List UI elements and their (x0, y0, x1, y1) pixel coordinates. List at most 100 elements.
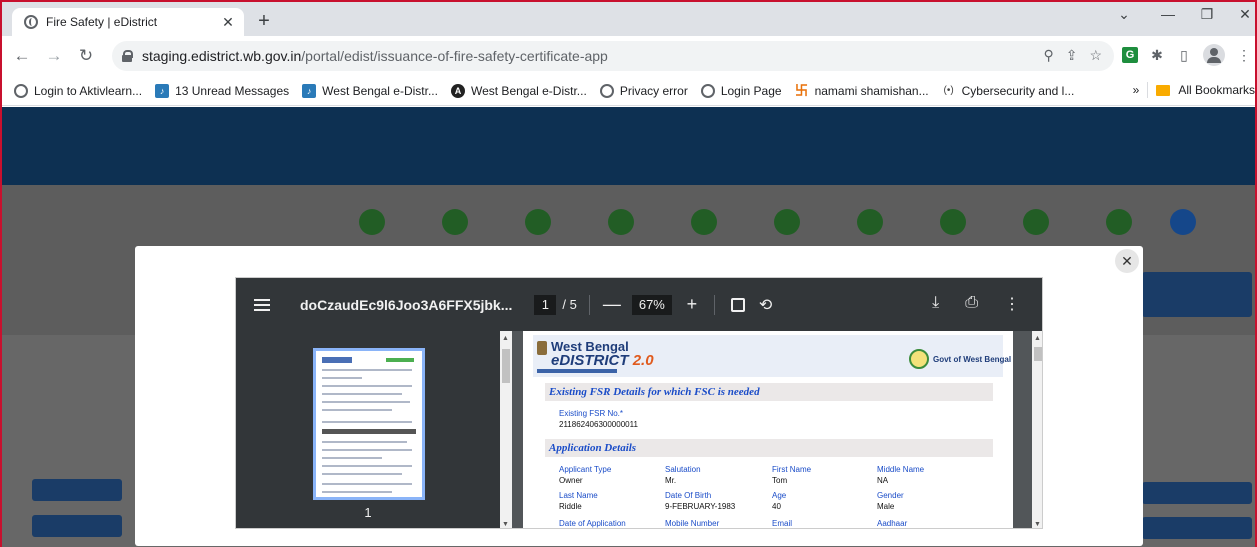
extensions-puzzle-icon[interactable]: ✱ (1149, 47, 1165, 64)
field-label: Email (772, 519, 793, 528)
page-thumbnail[interactable] (313, 348, 425, 500)
modal-close-button[interactable]: ✕ (1115, 249, 1139, 273)
page-number-input[interactable]: 1 (534, 294, 557, 315)
govt-seal-icon (909, 349, 929, 369)
divider (1147, 82, 1149, 98)
minimize-button[interactable]: — (1156, 6, 1180, 22)
angular-icon: A (450, 83, 465, 98)
divider (713, 294, 715, 315)
side-panel-icon[interactable]: ▯ (1176, 47, 1192, 64)
document-scrollbar[interactable]: ▲ ▼ (1032, 331, 1042, 528)
field-label: Age (772, 491, 787, 500)
field-value: 211862406300000011 (559, 420, 638, 429)
field-value: NA (877, 476, 889, 485)
tab-strip: Fire Safety | eDistrict ✕ + ⌄ — ❐ ✕ (2, 2, 1255, 36)
zoom-level-input[interactable]: 67% (631, 294, 672, 315)
print-icon[interactable]: ⎙ (965, 294, 978, 314)
bookmarks-bar: Login to Aktivlearn... ♪ 13 Unread Messag… (2, 76, 1255, 106)
folder-icon (1156, 84, 1171, 96)
brand-subtitle: eDISTRICT 2.0 (551, 352, 654, 369)
download-icon[interactable]: ⤓ (932, 294, 939, 314)
music-icon: ♪ (155, 83, 170, 98)
field-label: Salutation (665, 465, 701, 474)
section-title: Application Details (545, 439, 993, 457)
zoom-icon[interactable]: ⚲ (1043, 47, 1053, 64)
globe-icon (599, 83, 614, 98)
forward-arrow-icon[interactable]: → (42, 46, 66, 66)
tab-search-chevron-icon[interactable]: ⌄ (1112, 6, 1136, 23)
field-label: Gender (877, 491, 904, 500)
field-label: Applicant Type (559, 465, 612, 474)
field-value: 9-FEBRUARY-1983 (665, 502, 736, 511)
bookmark-item[interactable]: Login to Aktivlearn... (14, 83, 142, 98)
pdf-page: West Bengal eDISTRICT 2.0 Govt of West B… (523, 331, 1013, 528)
document-header: West Bengal eDISTRICT 2.0 Govt of West B… (533, 335, 1011, 377)
pdf-toolbar: doCzaudEc9l6Joo3A6FFX5jbk... 1 / 5 — 67%… (236, 278, 1042, 331)
bookmark-item[interactable]: Privacy error (599, 83, 688, 98)
section-title: Existing FSR Details for which FSC is ne… (545, 383, 993, 401)
brand-tagline-bar (537, 369, 617, 373)
close-tab-icon[interactable]: ✕ (220, 14, 236, 31)
cyber-icon: (•) (943, 84, 954, 96)
field-value: Riddle (559, 502, 582, 511)
tab-title: Fire Safety | eDistrict (46, 15, 158, 29)
field-label: Existing FSR No.* (559, 409, 624, 418)
divider (588, 294, 590, 315)
reload-icon[interactable]: ↻ (74, 46, 98, 66)
bookmark-star-icon[interactable]: ☆ (1089, 47, 1102, 64)
address-bar[interactable]: staging.edistrict.wb.gov.in/portal/edist… (112, 41, 1114, 71)
url-text: staging.edistrict.wb.gov.in/portal/edist… (142, 48, 608, 64)
back-arrow-icon[interactable]: ← (10, 46, 34, 66)
bookmark-item[interactable]: (•) Cybersecurity and l... (942, 84, 1075, 98)
bookmark-item[interactable]: Login Page (700, 83, 782, 98)
bookmark-item[interactable]: ♪ 13 Unread Messages (155, 83, 289, 98)
field-label: First Name (772, 465, 812, 474)
field-value: Tom (772, 476, 788, 485)
browser-window: Fire Safety | eDistrict ✕ + ⌄ — ❐ ✕ ← → … (0, 0, 1257, 547)
zoom-out-button[interactable]: — (602, 294, 622, 315)
bookmarks-overflow-chevron[interactable]: » (1133, 83, 1140, 97)
thumbnail-scrollbar[interactable]: ▲ ▼ (500, 331, 512, 528)
restore-button[interactable]: ❐ (1195, 6, 1219, 23)
more-menu-icon[interactable]: ⋮ (1236, 47, 1252, 64)
tab-fire-safety[interactable]: Fire Safety | eDistrict ✕ (12, 8, 244, 36)
lock-icon[interactable] (122, 50, 133, 62)
thumbnail-sidebar: 1 (236, 331, 500, 528)
field-label: Date Of Birth (665, 491, 712, 500)
new-tab-button[interactable]: + (252, 10, 276, 32)
field-label: Aadhaar (877, 519, 908, 528)
emblem-icon (537, 341, 547, 355)
page-total: / 5 (562, 297, 577, 312)
thumbnail-page-number: 1 (364, 505, 372, 520)
pdf-viewer: doCzaudEc9l6Joo3A6FFX5jbk... 1 / 5 — 67%… (235, 277, 1043, 529)
fit-page-icon[interactable] (730, 297, 745, 312)
field-label: Date of Application (559, 519, 626, 528)
zoom-in-button[interactable]: + (682, 294, 702, 315)
bookmark-item[interactable]: A West Bengal e-Distr... (450, 83, 587, 98)
field-label: Middle Name (877, 465, 925, 474)
globe-icon (24, 15, 38, 29)
field-label: Mobile Number (665, 519, 720, 528)
globe-icon (14, 83, 28, 98)
govt-label: Govt of West Bengal (933, 355, 1012, 364)
more-options-icon[interactable]: ⋮ (1004, 294, 1020, 314)
bookmark-item[interactable]: 卐 namami shamishan... (795, 83, 929, 98)
field-label: Last Name (559, 491, 598, 500)
extension-g-icon[interactable]: G (1122, 47, 1138, 63)
menu-icon[interactable] (254, 298, 270, 311)
all-bookmarks-button[interactable]: All Bookmarks (1178, 83, 1255, 97)
profile-avatar[interactable] (1203, 44, 1225, 66)
field-value: Owner (559, 476, 583, 485)
browser-toolbar: ← → ↻ staging.edistrict.wb.gov.in/portal… (2, 36, 1255, 76)
music-icon: ♪ (302, 83, 317, 98)
document-area: West Bengal eDISTRICT 2.0 Govt of West B… (513, 331, 1042, 528)
field-value: 40 (772, 502, 781, 511)
field-value: Male (877, 502, 895, 511)
bookmark-item[interactable]: ♪ West Bengal e-Distr... (302, 83, 438, 98)
globe-icon (700, 83, 715, 98)
field-value: Mr. (665, 476, 677, 485)
share-icon[interactable]: ⇪ (1066, 47, 1078, 64)
pdf-document-name: doCzaudEc9l6Joo3A6FFX5jbk... (300, 296, 513, 313)
close-window-button[interactable]: ✕ (1233, 6, 1255, 23)
rotate-icon[interactable]: ⟲ (759, 295, 772, 315)
